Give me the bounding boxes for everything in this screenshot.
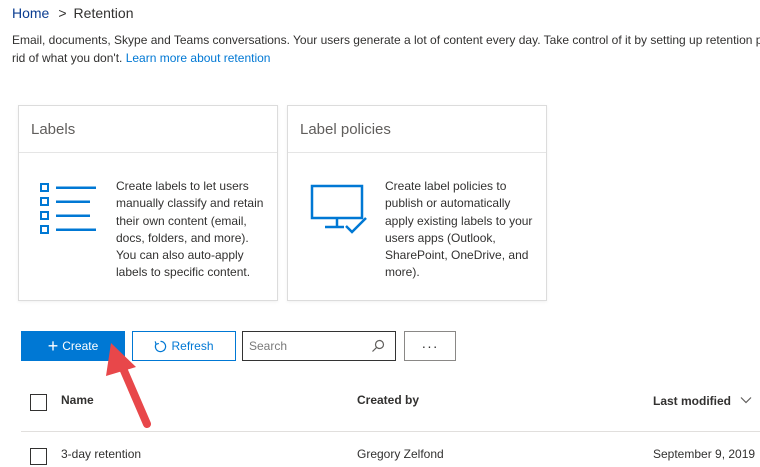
search-input[interactable]	[249, 338, 361, 354]
row-name[interactable]: 3-day retention	[61, 447, 141, 461]
breadcrumb: Home > Retention	[12, 5, 133, 21]
breadcrumb-home-link[interactable]: Home	[12, 5, 49, 21]
row-last-modified: September 9, 2019	[653, 447, 756, 461]
labels-card[interactable]: Labels Create labels to let users manual…	[18, 105, 278, 301]
more-options-button[interactable]: ···	[404, 331, 456, 361]
description-line-2: rid of what you don't. Learn more about …	[12, 50, 760, 68]
refresh-button-label: Refresh	[171, 339, 214, 353]
breadcrumb-current: Retention	[73, 5, 134, 21]
description-line-2-text: rid of what you don't.	[12, 50, 126, 65]
column-header-last-modified-label: Last modified	[653, 394, 732, 408]
description-line-1: Email, documents, Skype and Teams conver…	[12, 33, 760, 47]
column-header-name[interactable]: Name	[61, 393, 94, 407]
select-all-checkbox[interactable]	[30, 394, 47, 411]
label-policies-card-title: Label policies	[300, 121, 391, 138]
chevron-down-icon[interactable]	[740, 393, 752, 407]
label-policies-card-text: Create label policies to publish or auto…	[385, 179, 533, 280]
breadcrumb-separator: >	[58, 5, 67, 21]
create-button-label: Create	[62, 339, 99, 353]
label-policies-card[interactable]: Label policies Create label policies to …	[287, 105, 547, 301]
list-icon	[39, 181, 99, 242]
page-description: Email, documents, Skype and Teams conver…	[12, 32, 760, 67]
learn-more-link[interactable]: Learn more about retention	[126, 51, 271, 65]
column-header-last-modified[interactable]: Last modified	[653, 393, 752, 408]
labels-card-title: Labels	[31, 121, 76, 138]
row-created-by: Gregory Zelfond	[357, 447, 444, 461]
labels-card-text: Create labels to let users manually clas…	[116, 179, 264, 280]
label-policies-card-divider	[288, 152, 546, 153]
labels-card-divider	[19, 152, 277, 153]
search-box[interactable]	[242, 331, 396, 361]
annotation-arrow-icon	[100, 340, 160, 435]
plus-icon: +	[47, 336, 59, 356]
monitor-check-icon	[310, 184, 372, 241]
search-icon[interactable]	[371, 339, 385, 358]
column-header-created-by[interactable]: Created by	[357, 393, 419, 407]
row-checkbox[interactable]	[30, 448, 47, 465]
